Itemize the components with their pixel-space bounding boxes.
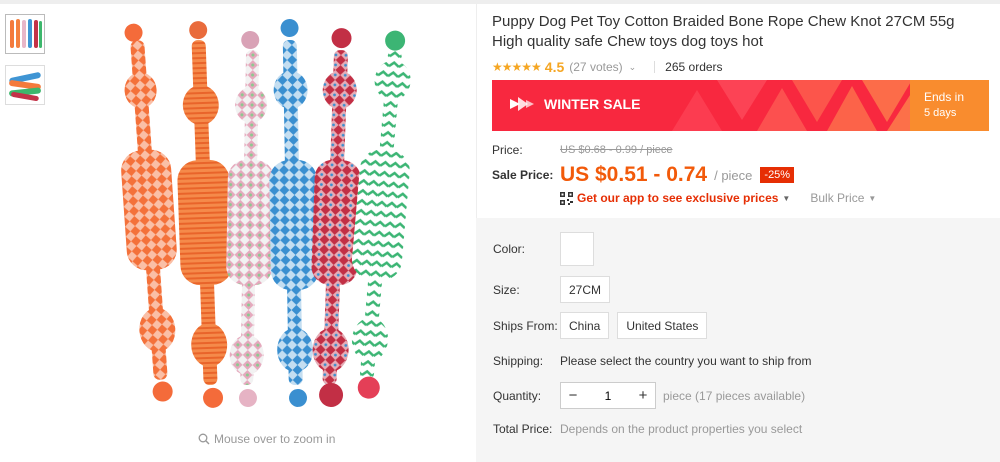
ends-in-value: 5 days [924, 107, 957, 119]
rope-toys-illustration [121, 19, 411, 408]
sale-price-label: Sale Price: [492, 168, 554, 182]
per-piece-unit: / piece [714, 167, 753, 183]
quantity-increase-button[interactable]: + [631, 387, 655, 404]
original-price: US $0.68 - 0.99 / piece [560, 144, 673, 156]
ends-in-label: Ends in [924, 90, 965, 104]
color-label: Color: [493, 242, 526, 256]
sale-label-group: WINTER SALE [510, 96, 640, 112]
zoom-hint-text: Mouse over to zoom in [214, 432, 336, 446]
zoom-hint: Mouse over to zoom in [198, 432, 335, 446]
sale-tag-icon [510, 97, 534, 111]
magnifier-icon [198, 433, 210, 445]
total-price-row: Total Price: Depends on the product prop… [493, 422, 802, 436]
price-label: Price: [492, 143, 523, 157]
sale-price: US $0.51 - 0.74 [560, 163, 708, 186]
bulk-price-link[interactable]: Bulk Price [810, 191, 864, 205]
size-label: Size: [493, 282, 520, 297]
shipping-label: Shipping: [493, 354, 544, 368]
original-price-row: Price: US $0.68 - 0.99 / piece [492, 143, 992, 157]
product-options-panel: Color: Size: 27CM Ships From: China Unit… [476, 218, 1000, 462]
total-price-label: Total Price: [493, 422, 553, 436]
thumbnail-toys-pile-image [9, 72, 41, 101]
countdown-box: Ends in 5 days [910, 80, 989, 131]
caret-down-icon[interactable]: ▼ [782, 194, 790, 203]
thumbnail-1[interactable] [5, 14, 45, 54]
sale-title: WINTER SALE [544, 96, 641, 112]
star-rating-icon: ★★★★★ [492, 60, 542, 74]
shipping-text: Please select the country you want to sh… [560, 354, 812, 368]
quantity-row: Quantity: − + piece (17 pieces available… [493, 382, 805, 409]
votes-count[interactable]: (27 votes) [569, 60, 622, 74]
discount-badge: -25% [760, 167, 795, 183]
quantity-label: Quantity: [493, 388, 542, 403]
ships-from-united-states[interactable]: United States [617, 312, 708, 339]
total-price-text: Depends on the product properties you se… [560, 422, 803, 436]
availability-text: piece (17 pieces available) [663, 388, 806, 403]
quantity-stepper: − + [560, 382, 656, 409]
ships-from-china[interactable]: China [560, 312, 610, 339]
thumbnail-toys-image [10, 19, 42, 48]
price-block: Price: US $0.68 - 0.99 / piece Sale Pric… [492, 143, 992, 205]
rating-row: ★★★★★ 4.5 (27 votes) ⌄ 265 orders [492, 59, 992, 75]
separator [654, 61, 656, 73]
color-swatch[interactable] [560, 232, 594, 266]
ships-from-label: Ships From: [493, 318, 558, 333]
color-row: Color: [493, 232, 594, 266]
shipping-row: Shipping: Please select the country you … [493, 354, 811, 368]
orders-count: 265 orders [665, 60, 723, 74]
app-promo-link[interactable]: Get our app to see exclusive prices [577, 191, 778, 205]
caret-down-icon[interactable]: ▼ [868, 194, 876, 203]
sale-price-row: Sale Price: US $0.51 - 0.74 / piece -25% [492, 163, 992, 187]
ships-from-row: Ships From: China United States [493, 312, 715, 339]
size-row: Size: 27CM [493, 276, 618, 303]
main-product-image[interactable] [55, 10, 475, 425]
winter-sale-banner[interactable]: WINTER SALE Ends in 5 days [492, 80, 989, 131]
app-promo-row: Get our app to see exclusive prices ▼ Bu… [560, 191, 992, 205]
quantity-decrease-button[interactable]: − [561, 387, 585, 404]
size-option[interactable]: 27CM [560, 276, 611, 303]
top-divider [0, 0, 1000, 4]
chevron-down-icon[interactable]: ⌄ [629, 62, 637, 73]
product-title: Puppy Dog Pet Toy Cotton Braided Bone Ro… [492, 13, 955, 50]
product-detail: Puppy Dog Pet Toy Cotton Braided Bone Ro… [492, 12, 992, 205]
quantity-input[interactable] [585, 388, 631, 403]
rating-value: 4.5 [544, 59, 565, 75]
thumbnail-strip [5, 14, 47, 116]
qr-code-icon [560, 191, 573, 205]
thumbnail-2[interactable] [5, 65, 45, 105]
